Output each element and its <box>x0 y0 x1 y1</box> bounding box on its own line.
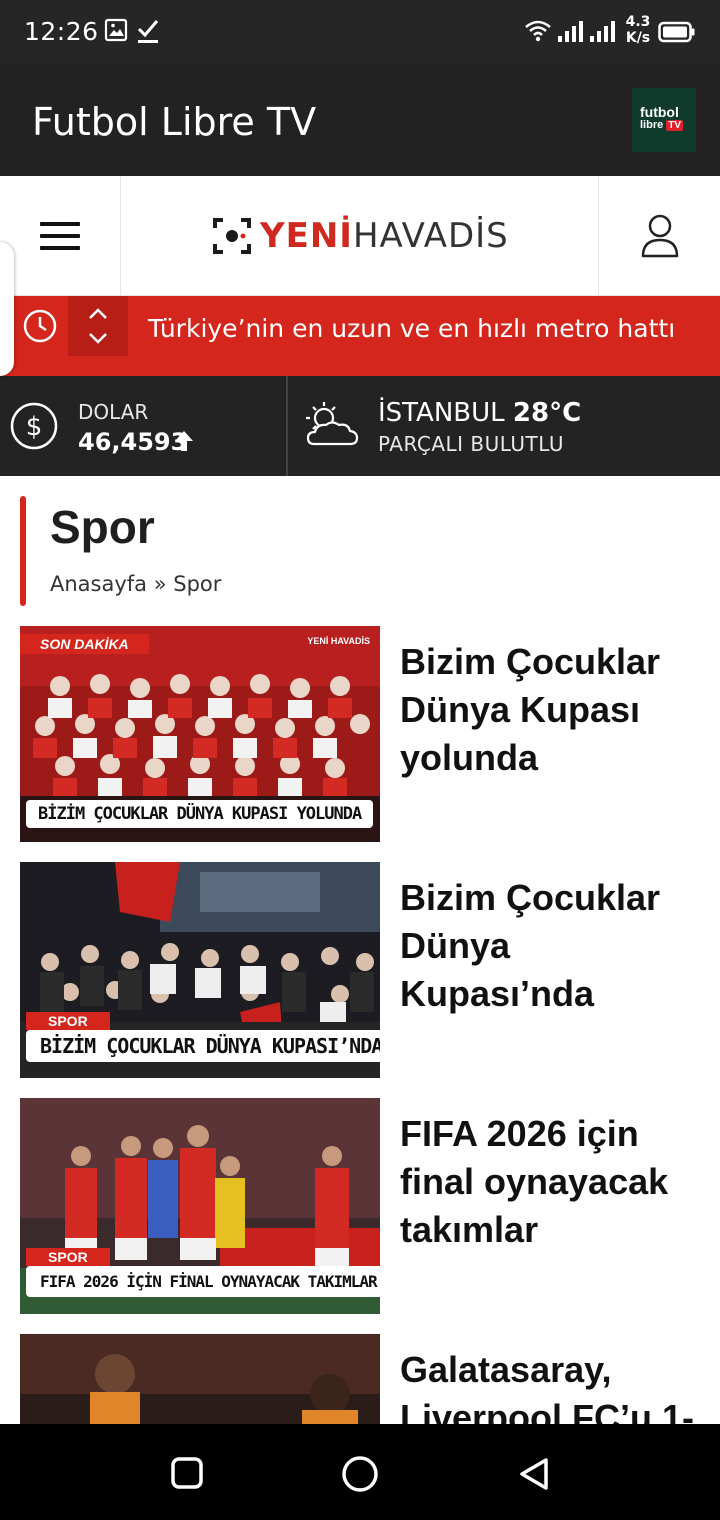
breaking-headline[interactable]: Türkiye’nin en uzun ve en hızlı metro ha… <box>148 314 675 343</box>
article-tag: SON DAKİKA <box>20 634 149 654</box>
app-title: Futbol Libre TV <box>32 100 317 144</box>
site-logo-grey: HAVADİS <box>352 216 509 256</box>
app-logo-line2-wrap: libre TV <box>640 119 696 132</box>
article-thumbnail[interactable]: SPOR FIFA 2026 İÇİN FİNAL OYNAYACAK TAKI… <box>20 1098 380 1314</box>
article-title[interactable]: Bizim Çocuklar Dünya Kupası yolunda <box>400 638 700 782</box>
article-title[interactable]: Bizim Çocuklar Dünya Kupası’nda <box>400 874 700 1018</box>
site-logo-text: YENİHAVADİS <box>260 216 509 256</box>
recents-icon[interactable] <box>170 1456 204 1490</box>
app-bar: Futbol Libre TV futbol libre TV <box>0 64 720 176</box>
breaking-nav <box>68 296 128 356</box>
side-drawer-handle[interactable] <box>0 242 14 376</box>
article-title[interactable]: FIFA 2026 için final oynayacak takımlar <box>400 1110 700 1254</box>
wifi-icon <box>525 20 551 42</box>
signal-icon <box>558 21 583 42</box>
chevron-down-icon[interactable] <box>88 332 108 344</box>
net-speed: 4.3 K/s <box>622 14 654 46</box>
thumbnail-caption: FIFA 2026 İÇİN FİNAL OYNAYACAK TAKIMLAR <box>26 1266 380 1297</box>
page-title: Spor <box>50 501 155 553</box>
thumbnail-watermark: YENİ HAVADİS <box>307 636 370 646</box>
menu-button[interactable] <box>0 176 121 296</box>
net-speed-value: 4.3 <box>625 14 651 30</box>
home-icon[interactable] <box>340 1454 380 1494</box>
info-divider <box>286 376 288 476</box>
article-card[interactable]: SPOR FIFA 2026 İÇİN FİNAL OYNAYACAK TAKI… <box>20 1098 700 1314</box>
user-button[interactable] <box>598 176 720 296</box>
app-logo: futbol libre TV <box>632 88 696 152</box>
partly-cloudy-icon <box>306 402 359 446</box>
article-tag: SPOR <box>26 1012 110 1030</box>
currency-label: DOLAR <box>78 400 149 424</box>
thumbnail-caption: BİZİM ÇOCUKLAR DÜNYA KUPASI YOLUNDA <box>26 800 374 828</box>
user-icon <box>641 214 679 258</box>
weather-city: İSTANBUL <box>378 398 505 428</box>
thumbnail-caption: BİZİM ÇOCUKLAR DÜNYA KUPASI’NDA <box>26 1030 380 1062</box>
arrow-up-icon <box>175 431 193 451</box>
signal-icon <box>590 21 615 42</box>
system-nav-bar <box>0 1424 720 1520</box>
app-logo-line2: libre <box>640 119 664 131</box>
gallery-icon <box>104 18 128 42</box>
battery-icon <box>658 21 695 43</box>
breaking-news-bar: Türkiye’nin en uzun ve en hızlı metro ha… <box>0 296 720 376</box>
status-time: 12:26 <box>24 17 99 46</box>
weather-temperature: 28°C <box>512 398 582 428</box>
net-speed-unit: K/s <box>625 30 651 46</box>
chevron-up-icon[interactable] <box>88 308 108 320</box>
weather-condition: PARÇALI BULUTLU <box>378 432 565 456</box>
article-thumbnail[interactable]: SON DAKİKA YENİ HAVADİS BİZİM ÇOCUKLAR D… <box>20 626 380 842</box>
check-icon <box>137 20 159 43</box>
app-logo-badge: TV <box>666 120 684 131</box>
article-tag: SPOR <box>26 1248 110 1266</box>
dollar-icon: $ <box>10 402 58 450</box>
site-header: YENİHAVADİS <box>0 176 720 296</box>
weather-city-line: İSTANBUL 28°C <box>378 398 581 428</box>
article-card[interactable]: SPOR BİZİM ÇOCUKLAR DÜNYA KUPASI’NDA Biz… <box>20 862 700 1078</box>
breadcrumb[interactable]: Anasayfa » Spor <box>50 572 221 596</box>
logo-mark-icon <box>213 218 251 254</box>
clock-icon <box>23 309 57 343</box>
status-bar: 12:26 4.3 K/s <box>0 0 720 64</box>
article-thumbnail[interactable]: SPOR BİZİM ÇOCUKLAR DÜNYA KUPASI’NDA <box>20 862 380 1078</box>
site-logo[interactable]: YENİHAVADİS <box>212 216 509 256</box>
heading-accent <box>20 496 26 606</box>
app-logo-line1: futbol <box>640 104 679 120</box>
currency-value: 46,4593 <box>78 428 188 456</box>
site-logo-red: YENİ <box>260 216 353 256</box>
back-icon[interactable] <box>516 1456 552 1492</box>
article-card[interactable]: SON DAKİKA YENİ HAVADİS BİZİM ÇOCUKLAR D… <box>20 626 700 842</box>
svg-text:$: $ <box>26 412 43 442</box>
info-bar: $ DOLAR 46,4593 İSTANBUL 28°C PARÇALI BU… <box>0 376 720 476</box>
